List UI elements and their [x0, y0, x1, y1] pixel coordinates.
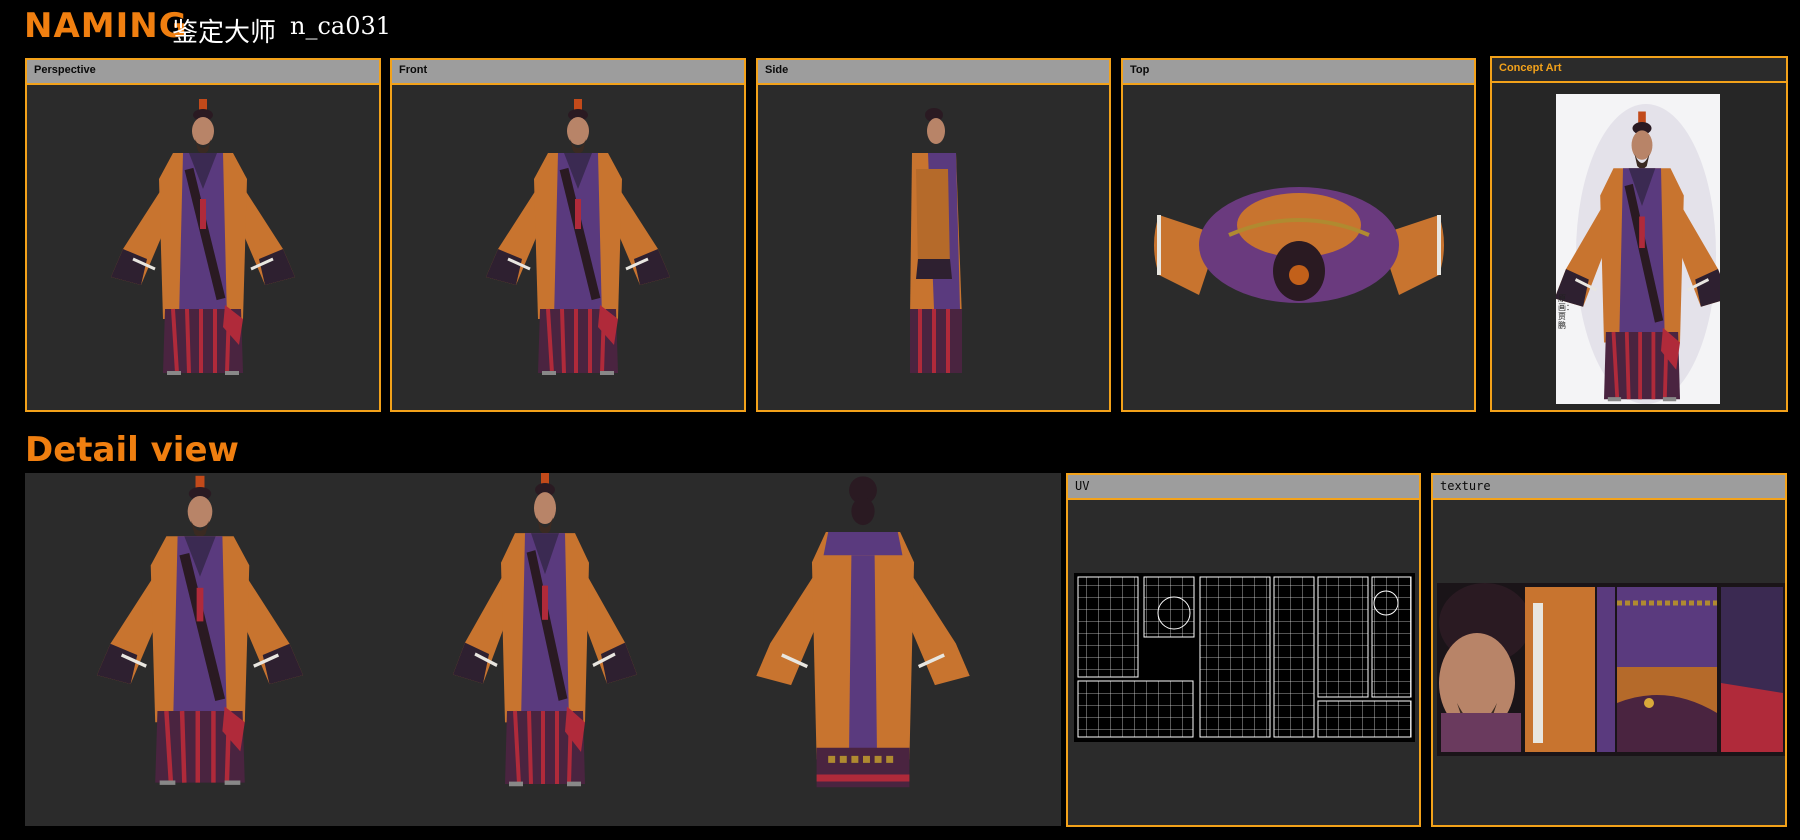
panel-header: Side — [758, 60, 1109, 85]
character-perspective-render — [27, 85, 379, 410]
view-panel-front: Front — [390, 58, 746, 412]
panel-title: Concept Art — [1499, 62, 1562, 74]
uv-layout-map — [1074, 573, 1415, 742]
asset-code: n_ca031 — [290, 12, 392, 40]
detail-back-figure — [756, 476, 969, 787]
panel-title: UV — [1075, 479, 1090, 493]
texture-panel: texture — [1431, 473, 1787, 827]
panel-title: texture — [1440, 479, 1491, 493]
panel-title: Side — [765, 64, 789, 76]
panel-header: UV — [1068, 475, 1419, 500]
panel-title: Perspective — [34, 64, 96, 76]
character-name: 鉴定大师 — [172, 18, 277, 48]
detail-view-stage — [25, 473, 1061, 826]
detail-front-figure — [97, 476, 303, 783]
brand-logo: NAMING — [24, 6, 188, 46]
panel-header: texture — [1433, 475, 1785, 500]
texture-map — [1437, 583, 1785, 756]
panel-header: Concept Art — [1492, 58, 1786, 83]
panel-title: Front — [399, 64, 428, 76]
detail-character-renders — [25, 473, 1061, 826]
panel-header: Front — [392, 60, 744, 85]
detail-view-title: Detail view — [25, 430, 239, 470]
character-side-render — [908, 106, 964, 375]
panel-header: Top — [1123, 60, 1474, 85]
artist-signature: 原画：贾鹏 — [1558, 294, 1574, 330]
detail-three-quarter-figure — [453, 473, 637, 784]
view-panel-top: Top — [1121, 58, 1476, 412]
panel-header: Perspective — [27, 60, 379, 85]
view-panel-side: Side — [756, 58, 1111, 412]
view-panel-perspective: Perspective — [25, 58, 381, 412]
character-top-render — [1154, 187, 1444, 303]
concept-art-panel: Concept Art 原画：贾鹏 — [1490, 56, 1788, 412]
uv-panel: UV — [1066, 473, 1421, 827]
panel-title: Top — [1130, 64, 1150, 76]
character-front-render — [392, 85, 744, 410]
concept-art-image: 原画：贾鹏 — [1556, 94, 1720, 404]
